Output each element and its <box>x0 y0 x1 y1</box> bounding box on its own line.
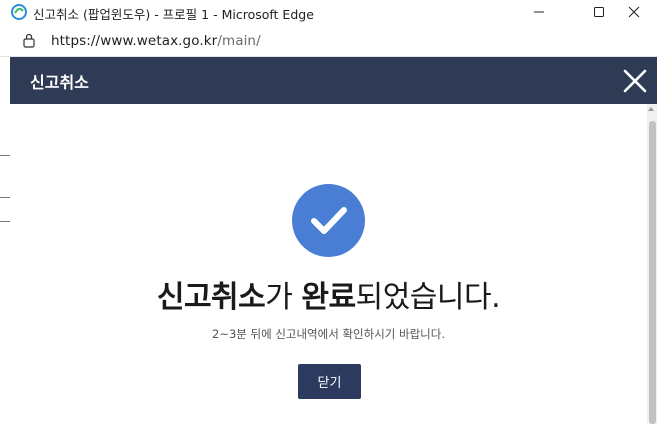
edge-icon <box>11 4 27 20</box>
lock-icon[interactable] <box>22 32 36 48</box>
checkmark-icon <box>311 207 347 234</box>
maximize-icon <box>594 7 604 17</box>
window-close-icon <box>628 6 640 18</box>
window-titlebar: 신고취소 (팝업윈도우) - 프로필 1 - Microsoft Edge <box>0 0 657 24</box>
completion-message: 신고취소가 완료되었습니다. <box>0 272 657 316</box>
scroll-up-arrow-icon[interactable] <box>648 107 654 111</box>
divider <box>0 155 10 156</box>
sub-message: 2~3분 뒤에 신고내역에서 확인하시기 바랍니다. <box>212 327 445 341</box>
url-text[interactable]: https://www.wetax.go.kr/main/ <box>51 33 261 49</box>
address-bar[interactable]: https://www.wetax.go.kr/main/ <box>0 24 657 57</box>
window-title: 신고취소 (팝업윈도우) - 프로필 1 - Microsoft Edge <box>33 7 314 22</box>
window-close-button[interactable] <box>611 0 657 24</box>
minimize-button[interactable] <box>516 0 562 24</box>
background-page-strip <box>0 57 10 424</box>
message-bold-part-1: 신고취소 <box>156 280 266 315</box>
message-part-4: 되었습니다. <box>355 280 501 315</box>
modal-header: 신고취소 <box>10 57 657 104</box>
url-path: /main/ <box>217 33 261 49</box>
modal-title: 신고취소 <box>30 73 89 92</box>
minimize-icon <box>534 11 544 13</box>
divider <box>0 221 10 222</box>
message-bold-part-3: 완료 <box>301 280 356 315</box>
message-part-2: 가 <box>265 280 302 315</box>
close-icon[interactable] <box>622 68 648 94</box>
divider <box>0 197 10 198</box>
check-circle-icon <box>292 184 365 257</box>
url-host: https://www.wetax.go.kr <box>51 33 218 49</box>
close-button[interactable]: 닫기 <box>298 364 361 399</box>
